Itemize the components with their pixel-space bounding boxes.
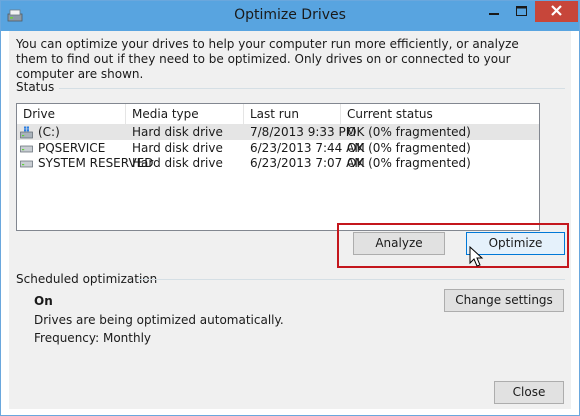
status-label: Status	[16, 80, 55, 94]
current-status: OK (0% fragmented)	[347, 141, 471, 155]
current-status: OK (0% fragmented)	[347, 156, 471, 170]
column-header-last-run[interactable]: Last run	[250, 107, 299, 121]
scheduled-divider	[137, 279, 565, 280]
column-divider[interactable]	[243, 104, 244, 124]
hard-drive-icon	[20, 145, 33, 153]
maximize-button[interactable]	[508, 1, 535, 22]
close-button[interactable]: Close	[494, 381, 564, 404]
column-divider[interactable]	[340, 104, 341, 124]
change-settings-button[interactable]: Change settings	[444, 289, 564, 312]
media-type: Hard disk drive	[132, 141, 223, 155]
column-divider[interactable]	[125, 104, 126, 124]
media-type: Hard disk drive	[132, 156, 223, 170]
drive-row-system-reserved[interactable]: SYSTEM RESERVED Hard disk drive 6/23/201…	[17, 156, 539, 171]
current-status: OK (0% fragmented)	[347, 125, 471, 139]
drive-list[interactable]: Drive Media type Last run Current status…	[16, 103, 540, 231]
analyze-button[interactable]: Analyze	[353, 232, 445, 255]
column-header-current-status[interactable]: Current status	[347, 107, 433, 121]
schedule-state: On	[34, 294, 53, 308]
hard-drive-icon	[20, 160, 33, 168]
minimize-icon	[489, 13, 499, 15]
dialog-body: You can optimize your drives to help you…	[9, 31, 571, 409]
status-divider	[59, 88, 565, 89]
drive-row-pqservice[interactable]: PQSERVICE Hard disk drive 6/23/2013 7:44…	[17, 141, 539, 156]
title-bar[interactable]: Optimize Drives	[1, 1, 579, 31]
close-window-button[interactable]	[535, 1, 578, 22]
drive-name: (C:)	[38, 125, 60, 139]
intro-text: You can optimize your drives to help you…	[16, 37, 519, 81]
drive-list-header: Drive Media type Last run Current status	[17, 104, 539, 125]
windows-drive-icon	[20, 126, 33, 139]
minimize-button[interactable]	[480, 1, 508, 22]
schedule-description: Drives are being optimized automatically…	[34, 313, 284, 327]
optimize-drives-window: Optimize Drives You can optimize your dr…	[0, 0, 580, 416]
maximize-icon	[516, 6, 527, 16]
mouse-cursor-icon	[469, 246, 484, 267]
close-icon	[551, 5, 562, 16]
column-header-media-type[interactable]: Media type	[132, 107, 199, 121]
media-type: Hard disk drive	[132, 125, 223, 139]
drive-row-c[interactable]: (C:) Hard disk drive 7/8/2013 9:33 PM OK…	[17, 125, 539, 140]
last-run: 7/8/2013 9:33 PM	[250, 125, 357, 139]
drive-name: PQSERVICE	[38, 141, 106, 155]
schedule-frequency: Frequency: Monthly	[34, 331, 152, 345]
column-header-drive[interactable]: Drive	[23, 107, 55, 121]
